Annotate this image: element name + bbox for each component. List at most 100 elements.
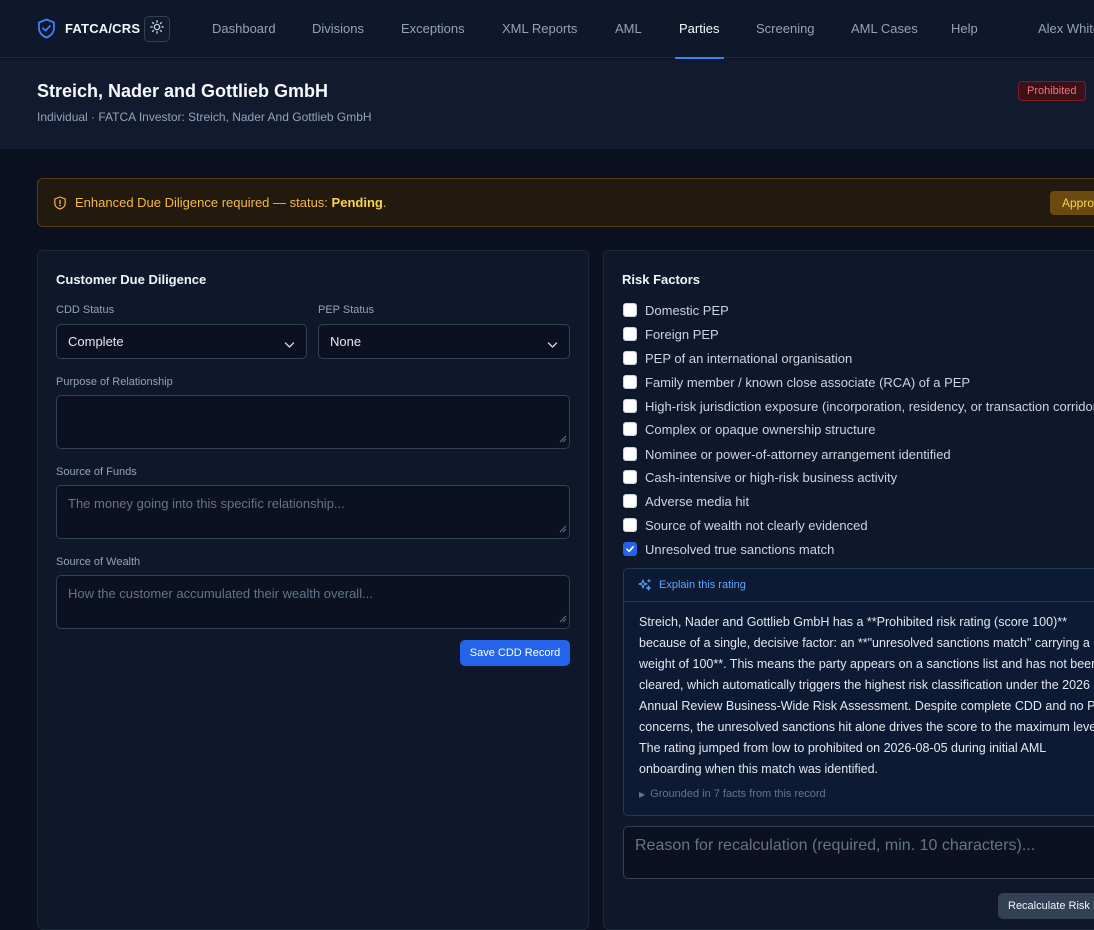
cdd-status-select[interactable]: Complete [56,324,307,359]
nav-exceptions[interactable]: Exceptions [401,21,465,36]
explain-header: Explain this rating [624,569,1094,602]
grounded-facts-toggle[interactable]: ▶ Grounded in 7 facts from this record [639,788,826,800]
approve-edd-button[interactable]: Approve [1050,191,1094,215]
explanation-line: cleared, which automatically triggers th… [639,678,1090,692]
pep-status-select[interactable]: None [318,324,570,359]
source-of-wealth-label: Source of Wealth [56,556,141,568]
cdd-panel-title: Customer Due Diligence [56,272,207,287]
risk-factor-label: Domestic PEP [645,302,729,318]
nav-dashboard[interactable]: Dashboard [212,21,276,36]
pep-status-label: PEP Status [318,304,375,316]
user-menu[interactable]: Alex White [1038,21,1094,36]
nav-screening[interactable]: Screening [756,21,815,36]
top-navbar: FATCA/CRS Dashboard Divisions Exceptions… [0,0,1094,59]
edd-message-suffix: . [382,195,387,210]
risk-factor-label: Source of wealth not clearly evidenced [645,517,868,533]
risk-rating-badge: Prohibited [1018,81,1086,101]
risk-factor-item[interactable]: Unresolved true sanctions match [623,540,834,558]
risk-factor-item[interactable]: PEP of an international organisation [623,349,852,367]
purpose-label: Purpose of Relationship [56,376,173,388]
explanation-line: Streich, Nader and Gottlieb GmbH has a *… [639,615,1067,629]
page-title: Streich, Nader and Gottlieb GmbH [37,81,329,101]
nav-aml[interactable]: AML [615,21,642,36]
risk-factor-item[interactable]: Cash-intensive or high-risk business act… [623,468,897,486]
explanation-line: because of a single, decisive factor: an… [639,636,1090,650]
recalculate-risk-button[interactable]: Recalculate Risk Rating [998,893,1094,919]
risk-factor-item[interactable]: Source of wealth not clearly evidenced [623,516,868,534]
theme-toggle-button[interactable] [144,16,170,42]
risk-factors-panel: Risk Factors Domestic PEP Foreign PEP PEP … [603,250,1094,930]
resize-grip-icon[interactable] [559,611,567,626]
source-of-wealth-textarea[interactable]: How the customer accumulated their wealt… [56,575,570,629]
nav-help[interactable]: Help [951,21,978,36]
risk-factor-label: Cash-intensive or high-risk business act… [645,469,898,485]
risk-factor-item[interactable]: Foreign PEP [623,325,719,343]
source-of-funds-textarea[interactable]: The money going into this specific relat… [56,485,570,539]
risk-factor-item[interactable]: High-risk jurisdiction exposure (incorpo… [623,397,1094,415]
edd-message: Enhanced Due Diligence required — status… [75,195,386,210]
explanation-line: Annual Review Business-Wide Risk Assessm… [639,699,1094,713]
rating-explanation-box: Explain this rating Streich, Nader and G… [623,568,1094,816]
pep-status-value: None [330,334,362,349]
resize-grip-icon[interactable] [559,521,567,536]
sparkles-icon [638,578,652,597]
save-cdd-button[interactable]: Save CDD Record [460,640,570,666]
risk-factor-item[interactable]: Nominee or power-of-attorney arrangement… [623,445,951,463]
edd-status: Pending [331,195,383,210]
risk-factor-checkbox[interactable] [623,447,637,461]
risk-factor-checkbox[interactable] [623,542,637,556]
risk-factor-label: Family member / known close associate (R… [645,374,971,390]
caret-right-icon: ▶ [639,790,646,799]
risk-factor-item[interactable]: Adverse media hit [623,492,749,510]
risk-factor-checkbox[interactable] [623,470,637,484]
chevron-down-icon [547,337,558,352]
brand[interactable]: FATCA/CRS [37,18,140,39]
party-subtitle: Individual · FATCA Investor: Streich, Na… [37,110,372,124]
cdd-status-value: Complete [68,334,124,349]
recalculation-reason-placeholder: Reason for recalculation (required, min.… [635,837,1036,854]
risk-factor-checkbox[interactable] [623,494,637,508]
nav-parties[interactable]: Parties [679,21,719,36]
risk-factor-item[interactable]: Family member / known close associate (R… [623,373,970,391]
chevron-down-icon [284,337,295,352]
nav-divisions[interactable]: Divisions [312,21,364,36]
risk-factor-checkbox[interactable] [623,518,637,532]
recalculation-reason-textarea[interactable]: Reason for recalculation (required, min.… [623,826,1094,879]
rating-explanation-text: Streich, Nader and Gottlieb GmbH has a *… [639,612,1094,780]
risk-factor-label: Foreign PEP [645,326,719,342]
shield-icon [37,18,56,39]
risk-factor-label: Nominee or power-of-attorney arrangement… [645,446,951,462]
cdd-status-label: CDD Status [56,304,115,316]
risk-factor-checkbox[interactable] [623,375,637,389]
risk-factor-checkbox[interactable] [623,351,637,365]
explanation-line: weight of 100**. This means the party ap… [639,657,1094,671]
grounded-facts-label: Grounded in 7 facts from this record [650,788,826,800]
explanation-line: onboarding when this match was identifie… [639,762,879,776]
purpose-textarea[interactable] [56,395,570,449]
risk-factor-item[interactable]: Domestic PEP [623,301,729,319]
risk-factor-label: Unresolved true sanctions match [645,541,835,557]
app-name: FATCA/CRS [65,21,141,36]
resize-grip-icon[interactable] [559,431,567,446]
sun-icon [150,19,164,39]
risk-panel-title: Risk Factors [622,272,701,287]
risk-factor-label: Complex or opaque ownership structure [645,421,876,437]
checkmark-icon [626,546,634,553]
source-of-wealth-placeholder: How the customer accumulated their wealt… [68,586,373,601]
source-of-funds-placeholder: The money going into this specific relat… [68,496,345,511]
risk-factor-label: PEP of an international organisation [645,350,853,366]
risk-factor-item[interactable]: Complex or opaque ownership structure [623,420,876,438]
nav-aml-cases[interactable]: AML Cases [851,21,918,36]
edd-message-text: Enhanced Due Diligence required — status… [75,195,332,210]
explain-rating-link[interactable]: Explain this rating [659,579,746,591]
risk-factor-checkbox[interactable] [623,303,637,317]
risk-factor-checkbox[interactable] [623,399,637,413]
risk-factor-checkbox[interactable] [623,422,637,436]
edd-alert-banner: Enhanced Due Diligence required — status… [37,178,1094,227]
risk-factor-label: Adverse media hit [645,493,750,509]
explanation-line: The rating jumped from low to prohibited… [639,741,1047,755]
explanation-line: concerns, the unresolved sanctions hit a… [639,720,1094,734]
party-header: Streich, Nader and Gottlieb GmbH Individ… [0,59,1094,149]
risk-factor-checkbox[interactable] [623,327,637,341]
nav-xml-reports[interactable]: XML Reports [502,21,577,36]
